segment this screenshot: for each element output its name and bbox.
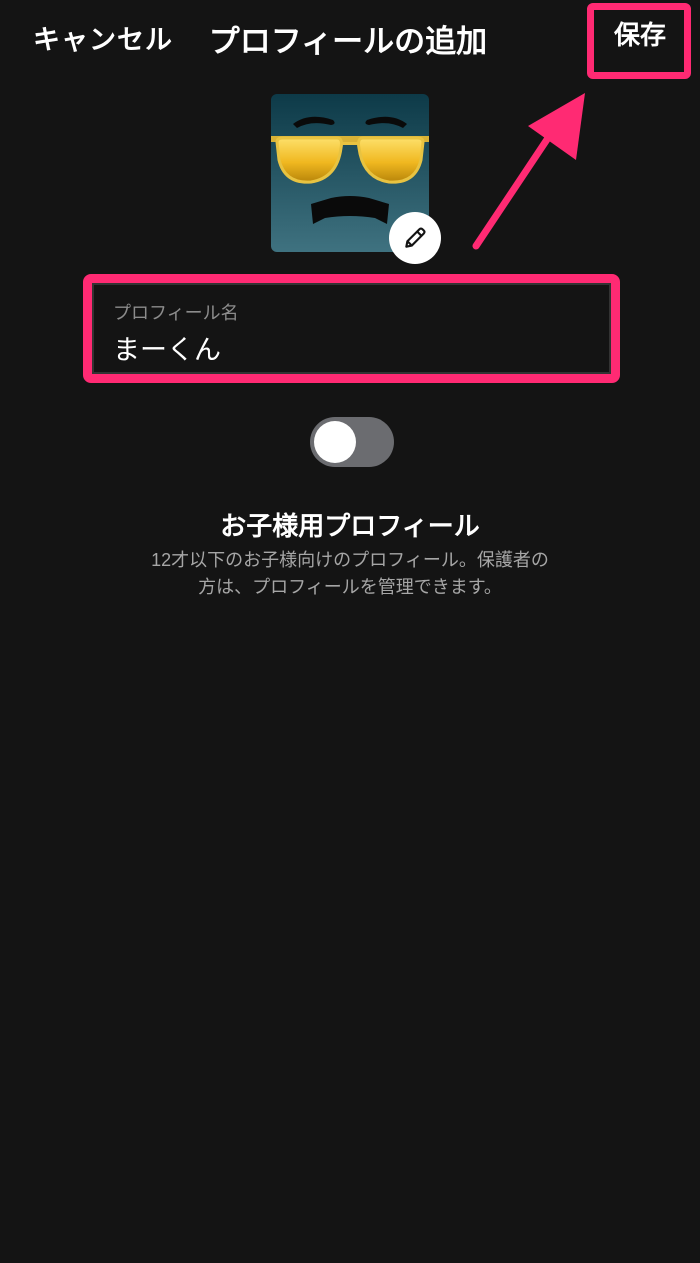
pencil-icon bbox=[405, 227, 426, 248]
page-title-text: プロフィールの追加 bbox=[208, 24, 488, 60]
kids-profile-description-line2: 方は、プロフィールを管理できます。 bbox=[198, 577, 502, 597]
profile-name-input[interactable]: まーくん bbox=[113, 328, 221, 367]
save-button[interactable]: 保存 bbox=[600, 16, 680, 56]
profile-name-label: プロフィール名 bbox=[113, 303, 239, 323]
arrow-annotation-icon bbox=[472, 93, 585, 250]
toggle-knob bbox=[314, 421, 356, 463]
kids-profile-title: お子様用プロフィール bbox=[220, 512, 480, 542]
kids-profile-description: 12才以下のお子様向けのプロフィール。保護者の 方は、プロフィールを管理できます… bbox=[125, 547, 575, 601]
kids-profile-description-line1: 12才以下のお子様向けのプロフィール。保護者の bbox=[151, 550, 549, 570]
edit-avatar-button[interactable] bbox=[389, 212, 441, 264]
